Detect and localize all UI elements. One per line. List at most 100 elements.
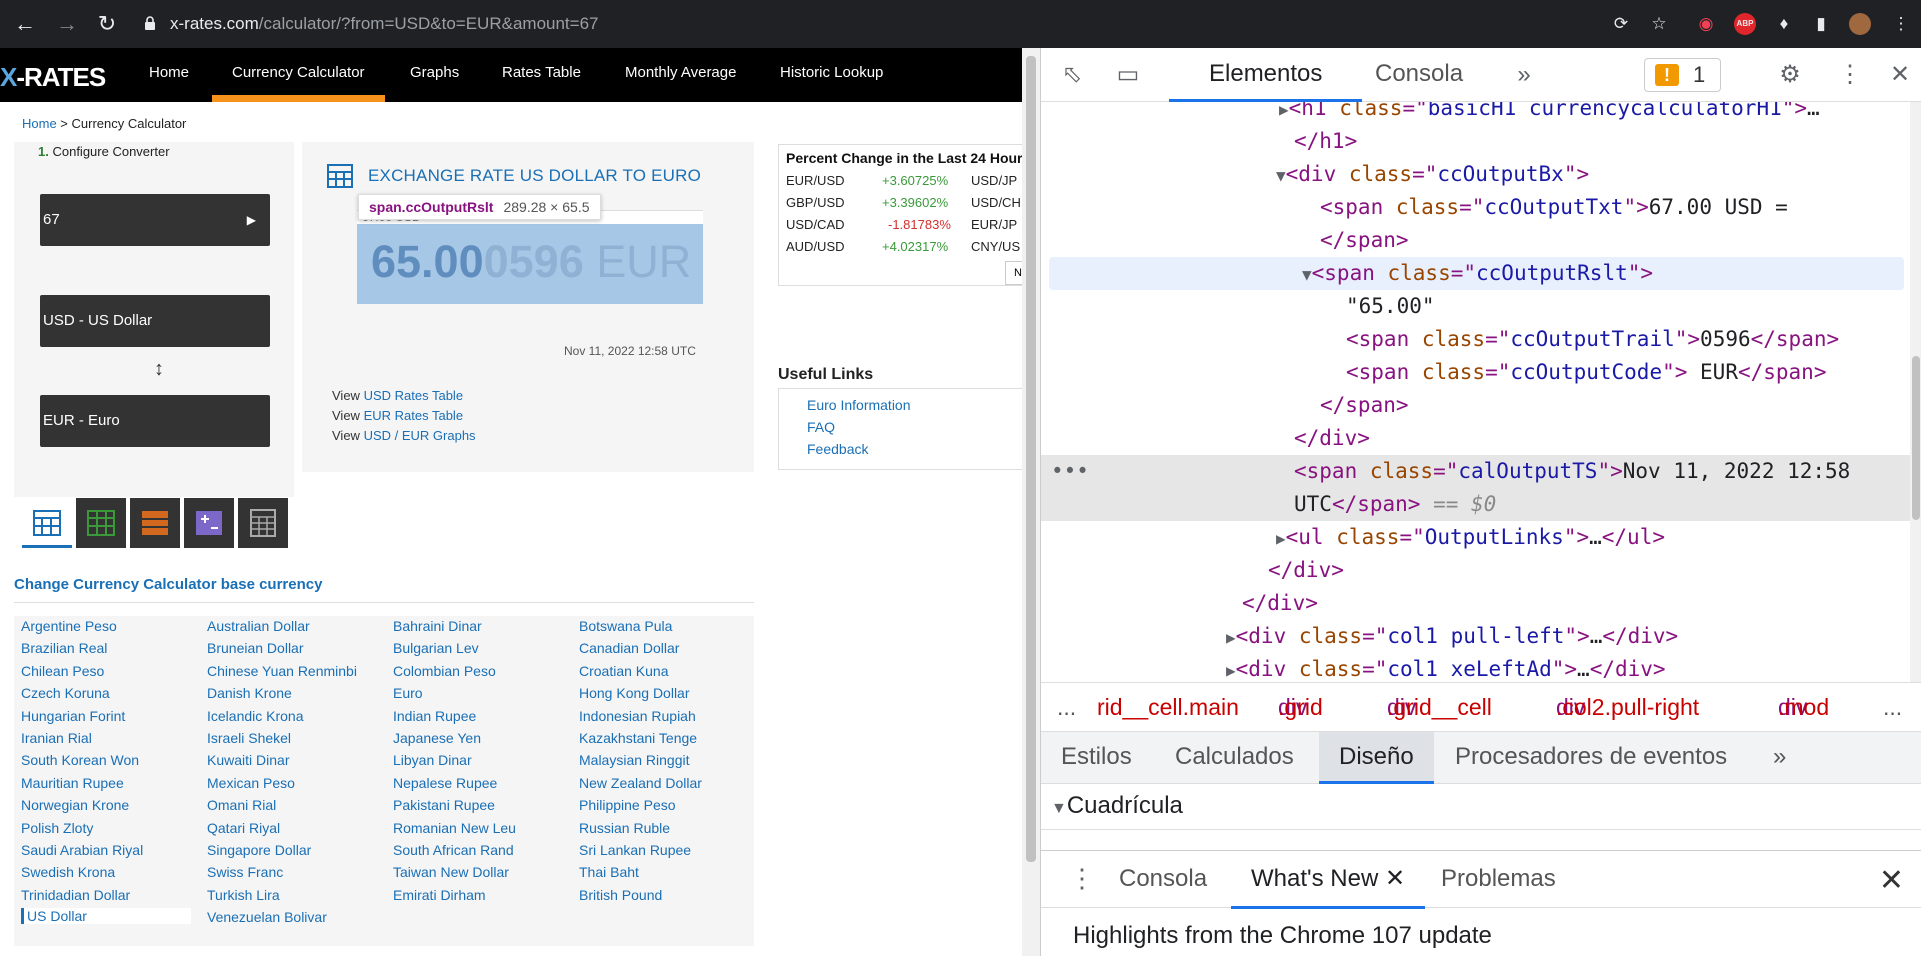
plus-minus-tab-icon[interactable] (184, 498, 234, 548)
dom-line[interactable]: <span class="ccOutputTrail">0596</span> (1346, 323, 1839, 356)
close-drawer-icon[interactable]: ✕ (1879, 863, 1904, 898)
currency-link[interactable]: Chilean Peso (21, 663, 104, 679)
play-arrow-icon[interactable]: ▶ (247, 194, 256, 246)
breadcrumb-overflow-left[interactable]: ... (1057, 683, 1076, 731)
currency-link[interactable]: Qatari Riyal (207, 820, 280, 836)
extensions-puzzle-icon[interactable]: ♦ (1773, 13, 1795, 35)
currency-link[interactable]: Indonesian Rupiah (579, 708, 696, 724)
currency-link[interactable]: Sri Lankan Rupee (579, 842, 691, 858)
pocket-icon[interactable]: ◉ (1695, 13, 1717, 35)
scrollbar-thumb[interactable] (1912, 356, 1920, 520)
currency-link[interactable]: South African Rand (393, 842, 514, 858)
currency-link[interactable]: Brazilian Real (21, 640, 107, 656)
nav-monthly-average[interactable]: Monthly Average (625, 48, 736, 102)
currency-link[interactable]: Russian Ruble (579, 820, 670, 836)
currency-link[interactable]: Kuwaiti Dinar (207, 752, 289, 768)
dom-line[interactable]: </span> (1320, 389, 1409, 422)
currency-link[interactable]: Trinidadian Dollar (21, 887, 130, 903)
currency-link[interactable]: Croatian Kuna (579, 663, 669, 679)
currency-link[interactable]: Botswana Pula (579, 618, 672, 634)
more-tabs-icon[interactable]: » (1507, 60, 1541, 90)
keypad-tab-icon[interactable] (238, 498, 288, 548)
euro-information-link[interactable]: Euro Information (807, 397, 911, 413)
settings-gear-icon[interactable]: ⚙ (1773, 60, 1807, 90)
drawer-tab-console[interactable]: Consola (1119, 851, 1207, 909)
address-bar[interactable]: x-rates.com/calculator/?from=USD&to=EUR&… (134, 8, 1674, 40)
currency-link[interactable]: New Zealand Dollar (579, 775, 702, 791)
scrollbar-thumb[interactable] (1026, 56, 1036, 862)
next-button[interactable]: N (1005, 261, 1022, 285)
dom-line[interactable]: </h1> (1294, 125, 1357, 158)
to-currency-select[interactable]: EUR - Euro (40, 395, 270, 447)
currency-link[interactable]: Swiss Franc (207, 864, 283, 880)
breadcrumb-home[interactable]: Home (22, 116, 57, 131)
dom-line[interactable]: ▶<h1 class="basicH1 currencycalculatorH1… (1279, 102, 1820, 125)
currency-link[interactable]: Swedish Krona (21, 864, 115, 880)
eur-rates-table-link[interactable]: EUR Rates Table (364, 408, 463, 423)
close-devtools-icon[interactable]: ✕ (1883, 60, 1917, 90)
dom-line-current[interactable]: ••• <span class="calOutputTS">Nov 11, 20… (1041, 455, 1910, 521)
breadcrumb-overflow-right[interactable]: ... (1883, 683, 1902, 731)
currency-link[interactable]: Danish Krone (207, 685, 292, 701)
currency-link[interactable]: Omani Rial (207, 797, 276, 813)
share-icon[interactable]: ⟳ (1610, 13, 1632, 35)
rates-grid-tab-icon[interactable] (76, 498, 126, 548)
currency-link[interactable]: Bahraini Dinar (393, 618, 482, 634)
feedback-link[interactable]: Feedback (807, 441, 868, 457)
close-tab-icon[interactable]: ✕ (1385, 865, 1405, 892)
currency-link[interactable]: Turkish Lira (207, 887, 280, 903)
currency-link[interactable]: Venezuelan Bolivar (207, 909, 327, 925)
more-panes-icon[interactable]: » (1773, 732, 1786, 784)
tab-styles[interactable]: Estilos (1061, 732, 1132, 784)
currency-link[interactable]: Pakistani Rupee (393, 797, 495, 813)
currency-link[interactable]: Chinese Yuan Renminbi (207, 663, 357, 679)
ellipsis-icon[interactable]: ••• (1051, 455, 1089, 488)
drawer-tab-issues[interactable]: Problemas (1441, 851, 1556, 909)
currency-link[interactable]: Taiwan New Dollar (393, 864, 509, 880)
nav-currency-calculator[interactable]: Currency Calculator (212, 48, 385, 102)
dom-line[interactable]: </div> (1242, 587, 1318, 620)
forward-icon[interactable]: → (52, 10, 82, 38)
currency-link[interactable]: Malaysian Ringgit (579, 752, 690, 768)
currency-link[interactable]: Hong Kong Dollar (579, 685, 690, 701)
back-icon[interactable]: ← (10, 10, 40, 38)
warning-badge[interactable]: ! 1 (1644, 58, 1721, 92)
currency-link[interactable]: Iranian Rial (21, 730, 92, 746)
faq-link[interactable]: FAQ (807, 419, 835, 435)
tab-console[interactable]: Consola (1375, 48, 1463, 102)
currency-link[interactable]: Canadian Dollar (579, 640, 679, 656)
dom-line[interactable]: </div> (1294, 422, 1370, 455)
usd-rates-table-link[interactable]: USD Rates Table (364, 388, 463, 403)
amount-input[interactable]: 67 ▶ (40, 194, 270, 246)
inspect-element-icon[interactable]: ⬁ (1055, 60, 1089, 90)
grid-section-header[interactable]: ▼Cuadrícula (1041, 784, 1921, 830)
currency-link[interactable]: Australian Dollar (207, 618, 310, 634)
bookmark-star-icon[interactable]: ☆ (1648, 13, 1670, 35)
swap-icon[interactable]: ↕ (154, 358, 164, 381)
currency-link[interactable]: Thai Baht (579, 864, 639, 880)
currency-link[interactable]: British Pound (579, 887, 662, 903)
usd-eur-graphs-link[interactable]: USD / EUR Graphs (364, 428, 476, 443)
currency-link[interactable]: Norwegian Krone (21, 797, 129, 813)
currency-link[interactable]: Czech Koruna (21, 685, 110, 701)
drawer-menu-icon[interactable]: ⋮ (1069, 863, 1095, 894)
dom-line[interactable]: <span class="ccOutputTxt">67.00 USD = (1320, 191, 1788, 224)
side-panel-icon[interactable]: ▮ (1810, 13, 1832, 35)
currency-link[interactable]: Argentine Peso (21, 618, 117, 634)
devtools-menu-icon[interactable]: ⋮ (1833, 60, 1867, 90)
currency-link[interactable]: South Korean Won (21, 752, 139, 768)
nav-historic-lookup[interactable]: Historic Lookup (780, 48, 883, 102)
currency-link[interactable]: Indian Rupee (393, 708, 476, 724)
tab-layout[interactable]: Diseño (1319, 732, 1434, 784)
tab-elements[interactable]: Elementos (1169, 48, 1363, 102)
currency-link[interactable]: Emirati Dirham (393, 887, 486, 903)
currency-link[interactable]: Mexican Peso (207, 775, 295, 791)
currency-link[interactable]: Saudi Arabian Riyal (21, 842, 143, 858)
tab-event-listeners[interactable]: Procesadores de eventos (1455, 732, 1727, 784)
adblock-icon[interactable]: ABP (1734, 13, 1756, 35)
dom-line[interactable]: ▶<ul class="OutputLinks">…</ul> (1276, 521, 1665, 554)
dom-line[interactable]: <span class="ccOutputCode"> EUR</span> (1346, 356, 1826, 389)
currency-link[interactable]: Bruneian Dollar (207, 640, 304, 656)
currency-link[interactable]: Kazakhstani Tenge (579, 730, 697, 746)
dom-line[interactable]: "65.00" (1346, 290, 1435, 323)
